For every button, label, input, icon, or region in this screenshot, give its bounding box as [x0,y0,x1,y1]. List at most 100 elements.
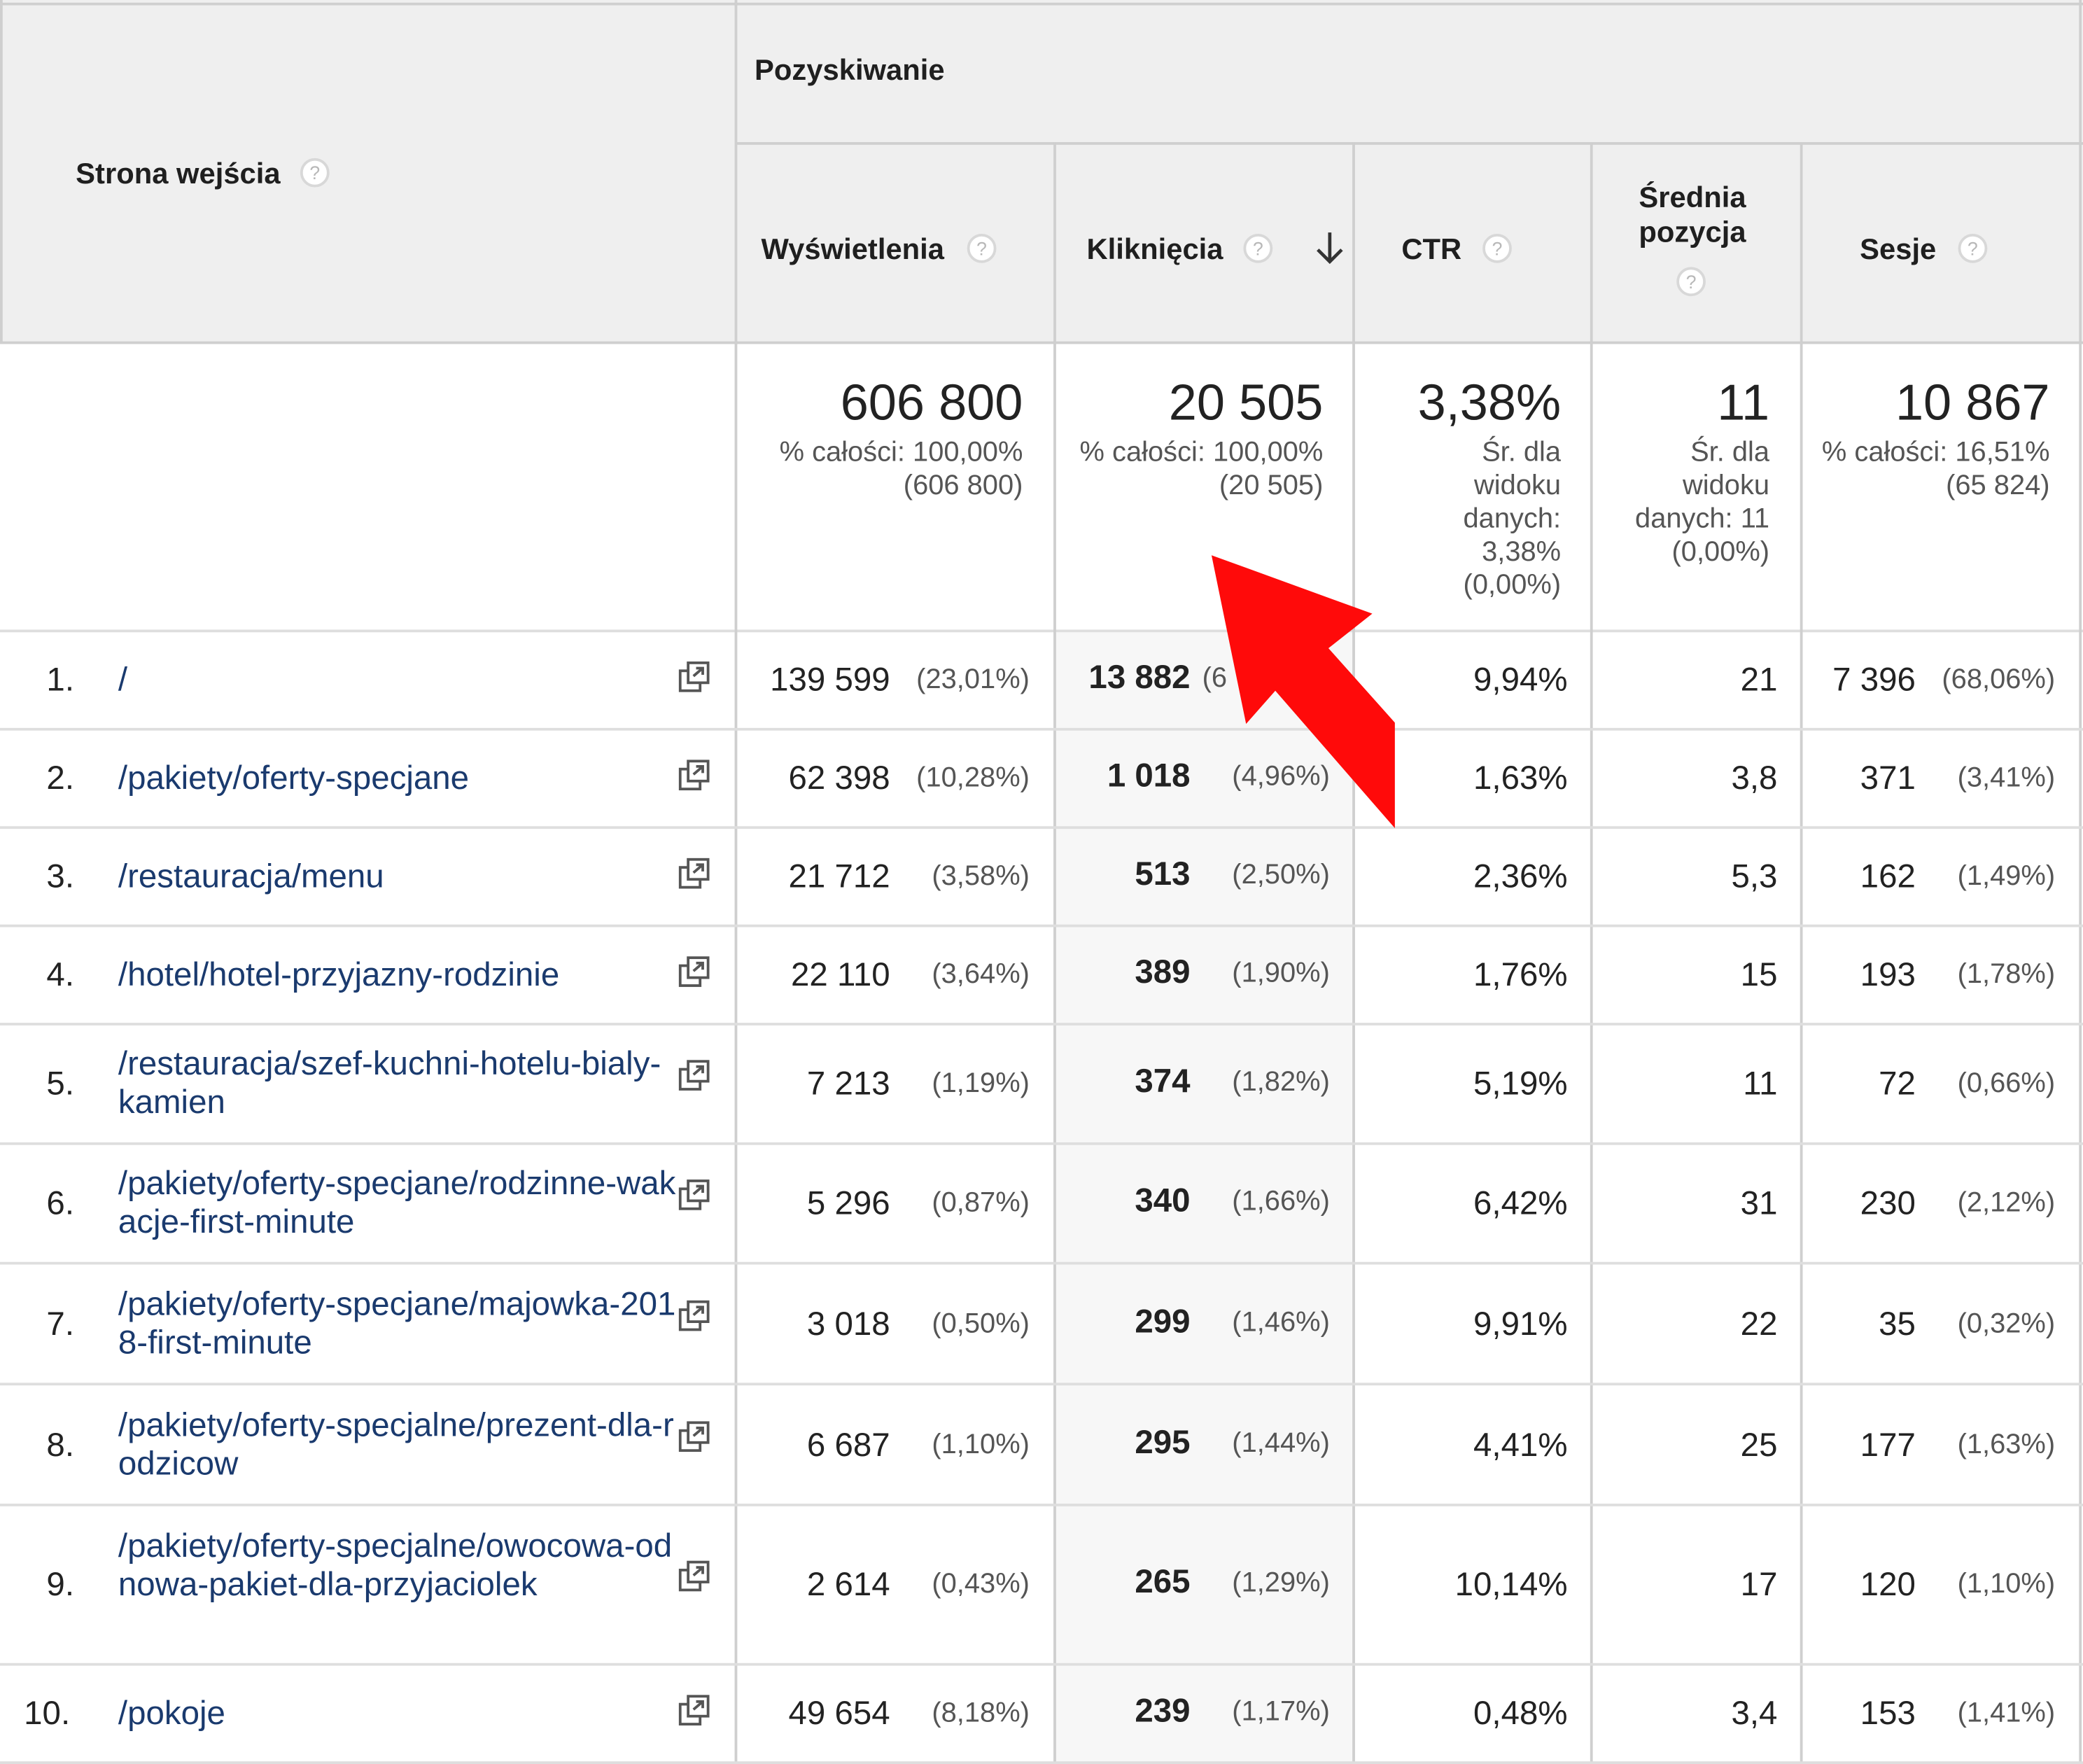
clicks-share: (1,66%) [1232,1186,1330,1217]
impressions-value: 62 398 [788,760,890,797]
column-header-clicks[interactable]: Kliknięcia [1087,232,1223,267]
clicks-value: 239 [1135,1692,1191,1730]
total-impressions-share: % całości: 100,00% (606 800) [779,437,1023,501]
ctr-value: 10,14% [1454,1566,1568,1604]
landing-page-link[interactable]: /pokoje [118,1694,676,1732]
help-icon[interactable]: ? [300,158,330,188]
column-header-sessions[interactable]: Sesje [1860,232,1936,267]
external-link-icon[interactable] [678,1298,712,1333]
column-header-impressions[interactable]: Wyświetlenia [762,232,944,267]
impressions-share: (23,01%) [916,664,1030,696]
row-index: 10. [24,1695,71,1732]
impressions-value: 139 599 [770,662,890,699]
help-icon[interactable]: ? [1243,233,1273,263]
report-table: Strona wejścia ? Pozyskiwanie Wyświetlen… [0,0,2083,1764]
landing-page-link[interactable]: /hotel/hotel-przyjazny-rodzinie [118,955,676,994]
clicks-value: 340 [1135,1182,1191,1219]
ctr-value: 5,19% [1473,1065,1568,1102]
external-link-icon[interactable] [678,1178,712,1212]
arrow-down-icon[interactable] [1312,228,1347,268]
row-index: 7. [46,1305,75,1343]
table-row[interactable]: 6. /pakiety/oferty-specjane/rodzinne-waka… [0,1145,2083,1265]
external-link-icon[interactable] [678,857,712,891]
external-link-icon[interactable] [678,660,712,694]
sessions-share: (1,78%) [1957,959,2056,990]
total-sessions: 10 867 [1895,376,2050,432]
help-icon[interactable]: ? [1958,233,1988,263]
external-link-icon[interactable] [678,955,712,989]
total-position: 11 [1717,376,1770,432]
external-link-icon[interactable] [678,759,712,793]
impressions-value: 7 213 [806,1065,890,1102]
position-value: 15 [1740,956,1778,994]
landing-page-link[interactable]: /pakiety/oferty-specjalne/owocowa-odnowa… [118,1527,676,1604]
table-row[interactable]: 5. /restauracja/szef-kuchni-hotelu-bialy-… [0,1026,2083,1145]
landing-page-link[interactable]: /pakiety/oferty-specjalne/prezent-dla-ro… [118,1406,676,1483]
impressions-value: 21 712 [788,858,890,895]
clicks-share: (1,90%) [1232,958,1330,988]
impressions-value: 22 110 [791,956,890,994]
ctr-value: 0,48% [1473,1695,1568,1732]
position-value: 21 [1740,662,1778,699]
ctr-value: 9,91% [1473,1305,1568,1343]
landing-page-link[interactable]: /restauracja/menu [118,858,676,896]
impressions-value: 3 018 [806,1305,890,1343]
impressions-share: (0,50%) [932,1308,1030,1339]
clicks-share: (1,17%) [1232,1696,1330,1727]
dimension-header[interactable]: Strona wejścia [76,157,280,191]
column-header-position[interactable]: Średnia pozycja [1614,181,1771,250]
sessions-value: 162 [1860,858,1916,895]
external-link-icon[interactable] [678,1693,712,1728]
ctr-value: 1,76% [1473,956,1568,994]
impressions-share: (1,10%) [932,1429,1030,1460]
table-row[interactable]: 2. /pakiety/oferty-specjane 62 398 (10,28%)… [0,731,2083,830]
sessions-value: 371 [1860,760,1916,797]
position-value: 22 [1740,1305,1778,1343]
table-row[interactable]: 8. /pakiety/oferty-specjalne/prezent-dla-… [0,1385,2083,1506]
sessions-share: (1,49%) [1957,861,2056,892]
help-icon[interactable]: ? [1676,267,1706,297]
clicks-share: (1,82%) [1232,1066,1330,1098]
clicks-value: 265 [1135,1563,1191,1601]
sessions-value: 120 [1860,1566,1916,1604]
impressions-share: (8,18%) [932,1698,1030,1729]
column-header-ctr[interactable]: CTR [1401,232,1461,267]
sessions-share: (1,10%) [1957,1569,2056,1600]
total-position-average: Śr. dla widoku danych: 11 (0,00%) [1635,437,1770,568]
impressions-value: 49 654 [788,1695,890,1732]
row-index: 5. [46,1065,75,1102]
total-sessions-share: % całości: 16,51% (65 824) [1821,437,2050,501]
external-link-icon[interactable] [678,1058,712,1093]
ctr-value: 1,63% [1473,760,1568,797]
sessions-value: 153 [1860,1695,1916,1732]
external-link-icon[interactable] [678,1420,712,1454]
impressions-share: (10,28%) [916,762,1030,794]
position-value: 25 [1740,1426,1778,1464]
table-row[interactable]: 3. /restauracja/menu 21 712 (3,58%) 513 (2,50… [0,829,2083,927]
landing-page-link[interactable]: /restauracja/szef-kuchni-hotelu-bialy-ka… [118,1045,676,1122]
landing-page-link[interactable]: / [118,661,676,699]
landing-page-link[interactable]: /pakiety/oferty-specjane/majowka-2018-fi… [118,1285,676,1362]
help-icon[interactable]: ? [1482,233,1512,263]
clicks-share: (2,50%) [1232,859,1330,890]
clicks-value: 13 882 [1088,659,1191,696]
table-row[interactable]: 10. /pokoje 49 654 (8,18%) 239 (1,17%) 0,48% 3,… [0,1666,2083,1764]
clicks-share: (1,29%) [1232,1567,1330,1598]
ctr-value: 9,94% [1473,662,1568,699]
sessions-share: (68,06%) [1942,664,2056,696]
landing-page-link[interactable]: /pakiety/oferty-specjane/rodzinne-wakacj… [118,1165,676,1242]
position-value: 11 [1743,1065,1778,1102]
external-link-icon[interactable] [678,1560,712,1594]
row-index: 6. [46,1184,75,1222]
table-row[interactable]: 9. /pakiety/oferty-specjalne/owocowa-odno… [0,1506,2083,1666]
table-row[interactable]: 1./139 599 (23,01%) 13 882 (6 9,94% 21 7 396 (6… [0,632,2083,731]
table-row[interactable]: 4. /hotel/hotel-przyjazny-rodzinie 22 110 (… [0,927,2083,1026]
position-value: 31 [1740,1184,1778,1222]
sessions-value: 177 [1860,1426,1916,1464]
sessions-value: 35 [1879,1305,1916,1343]
clicks-value: 1 018 [1107,757,1191,794]
help-icon[interactable]: ? [967,233,997,263]
clicks-value: 374 [1135,1063,1191,1100]
table-row[interactable]: 7. /pakiety/oferty-specjane/majowka-2018-… [0,1265,2083,1386]
landing-page-link[interactable]: /pakiety/oferty-specjane [118,759,676,797]
